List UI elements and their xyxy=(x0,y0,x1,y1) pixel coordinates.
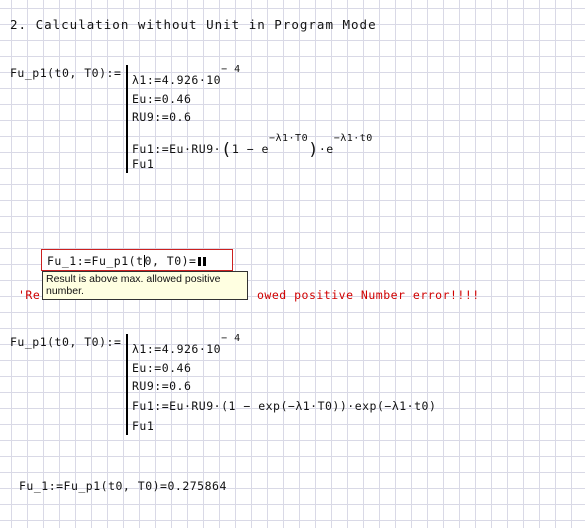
program-bar xyxy=(126,65,128,173)
assign-eu[interactable]: Eu:=0.46 xyxy=(132,361,191,375)
placeholder-mark xyxy=(198,257,202,266)
error-tooltip: Result is above max. allowed positive nu… xyxy=(42,271,248,300)
function-definition[interactable]: Fu_p1(t0, T0):= xyxy=(10,66,121,80)
fu1-exp2: −λ1·t0 xyxy=(333,133,373,144)
lambda-value: 4.926·10 xyxy=(161,342,222,356)
result-evaluation[interactable]: Fu_1:=Fu_p1(t0, T0)=0.275864 xyxy=(19,479,227,493)
assign-ru9[interactable]: RU9:=0.6 xyxy=(132,110,191,124)
assign-lambda[interactable]: λ1:=4.926·10− 4 xyxy=(132,64,241,87)
assign-fu1[interactable]: Fu1:=Eu·RU9·(1 − exp(−λ1·T0))·exp(−λ1·t0… xyxy=(132,399,436,413)
lambda-exponent: − 4 xyxy=(221,333,241,344)
fu1-e: ·e xyxy=(318,142,334,156)
fu1-prefix: Fu1:=Eu·RU9· xyxy=(132,142,222,156)
error-string-right: owed positive Number error!!!! xyxy=(257,288,480,302)
assign-ru9[interactable]: RU9:=0.6 xyxy=(132,379,191,393)
paren-open: ( xyxy=(221,140,232,160)
error-string-left: 'Re xyxy=(18,288,41,302)
lambda-value: 4.926·10 xyxy=(161,73,222,87)
var-lambda: λ1 xyxy=(132,73,147,87)
lambda-exponent: − 4 xyxy=(221,64,241,75)
return-fu1[interactable]: Fu1 xyxy=(132,419,154,433)
paren-close: ) xyxy=(308,140,319,160)
var-lambda: λ1 xyxy=(132,342,147,356)
fu1-exp1: −λ1·T0 xyxy=(268,133,309,144)
result-value: 0.275864 xyxy=(167,479,227,493)
evaluation-expression[interactable]: Fu_1:=Fu_p1(t0, T0)= xyxy=(47,254,207,268)
result-expression: Fu_1:=Fu_p1(t0, T0)= xyxy=(19,479,168,493)
fu1-inner: 1 − e xyxy=(231,142,269,156)
program-bar xyxy=(126,334,128,435)
function-definition[interactable]: Fu_p1(t0, T0):= xyxy=(10,335,121,349)
return-fu1[interactable]: Fu1 xyxy=(132,157,154,171)
expr-part-b: 0, T0)= xyxy=(144,254,197,268)
placeholder-mark xyxy=(203,257,207,266)
function-name: Fu_p1(t0, T0) xyxy=(10,66,107,80)
assign-fu1[interactable]: Fu1:=Eu·RU9·(1 − e−λ1·T0)·e−λ1·t0 xyxy=(132,133,373,160)
assign-eu[interactable]: Eu:=0.46 xyxy=(132,92,191,106)
assign-lambda[interactable]: λ1:=4.926·10− 4 xyxy=(132,333,241,356)
function-name: Fu_p1(t0, T0) xyxy=(10,335,107,349)
expr-part-a: Fu_1:=Fu_p1(t xyxy=(47,254,144,268)
section-title: 2. Calculation without Unit in Program M… xyxy=(10,17,377,32)
